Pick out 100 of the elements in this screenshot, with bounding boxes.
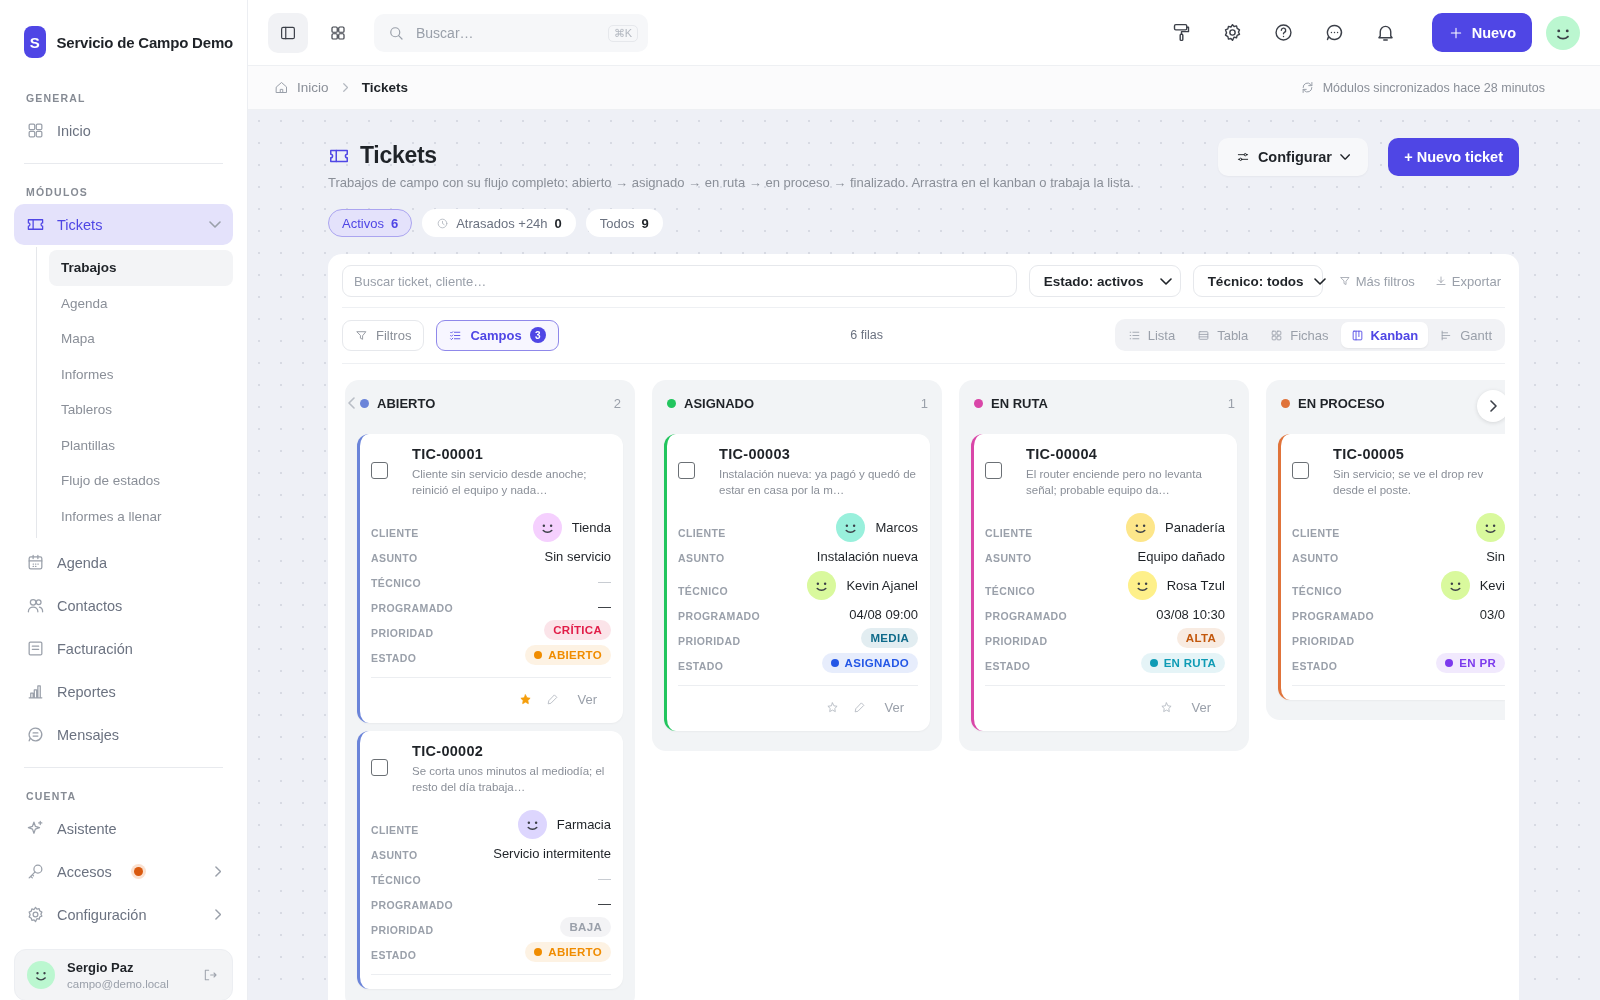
receipt-icon: [26, 639, 45, 658]
person-name: Farmacia: [556, 817, 611, 833]
field-value: Instalación nueva: [816, 548, 918, 564]
submenu-item[interactable]: Trabajos: [49, 250, 233, 286]
avatar-icon: [1546, 15, 1580, 50]
new-ticket-button[interactable]: + Nuevo ticket: [1388, 138, 1519, 176]
checkbox[interactable]: [678, 462, 695, 479]
ticket-card[interactable]: TIC-00001 Cliente sin servicio desde anoche; reinició el equipo y nada… CLIENTE Tienda ASUNTO Sin servicio TÉCNICO — PROGRAMADO — PRIORIDAD CRÍTICA ESTADO ABIERTO Ver: [357, 434, 623, 724]
field-value: Sin servicio: [544, 548, 611, 564]
column-count: 1: [920, 395, 928, 411]
ticket-card[interactable]: TIC-00002 Se corta unos minutos al mediodía; el resto del día trabaja… CLIENTE Farmacia ASUNTO Servicio intermitente TÉCNICO — PROGRAMADO — PRIORIDAD BAJA ESTADO ABIERTO: [357, 731, 623, 990]
checkbox[interactable]: [371, 462, 388, 479]
grid-icon: [26, 121, 45, 140]
sidebar-item[interactable]: Contactos: [14, 585, 233, 626]
dropdown[interactable]: Técnico: todos: [1192, 265, 1323, 297]
sidebar-item[interactable]: Agenda: [14, 542, 233, 583]
star-icon[interactable]: [519, 693, 533, 707]
view-tab[interactable]: Kanban: [1340, 322, 1429, 348]
sidebar-item[interactable]: Inicio: [14, 110, 233, 151]
priority-tag: MEDIA: [861, 628, 918, 649]
caret-icon: [1159, 277, 1172, 285]
star-icon[interactable]: [1160, 701, 1174, 715]
field-label: CLIENTE: [371, 824, 419, 839]
ticket-card[interactable]: TIC-00004 El router enciende pero no levanta señal; probable equipo da… CLIENTE Panadería ASUNTO Equipo dañado TÉCNICO Rosa Tzul PROGRAMADO 03/08 10:30 PRIORIDAD ALTA ESTADO EN RUTA Ver: [971, 434, 1237, 732]
field-label: PRIORIDAD: [678, 635, 741, 650]
submenu-item[interactable]: Plantillas: [49, 427, 233, 463]
calendar-icon: [26, 553, 45, 572]
ticket-id: TIC-00005: [1333, 446, 1406, 462]
sidebar-item[interactable]: Asistente: [14, 808, 233, 849]
filter-chip[interactable]: Activos 6: [328, 209, 413, 237]
ticket-card[interactable]: TIC-00003 Instalación nueva: ya pagó y quedó de estar en casa por la m… CLIENTE Marcos ASUNTO Instalación nueva TÉCNICO Kevin Ajanel PROGRAMADO 04/08 09:00 PRIORIDAD MEDIA ESTADO ASIGNADO Ver: [664, 434, 930, 732]
field-label: PROGRAMADO: [1292, 610, 1375, 625]
submenu-item[interactable]: Informes: [49, 356, 233, 392]
ticket-description: Se corta unos minutos al mediodía; el resto del día trabaja…: [412, 764, 606, 796]
chevron-right-icon: [1489, 400, 1497, 412]
help-icon[interactable]: [1272, 22, 1294, 43]
field-label: ESTADO: [985, 660, 1031, 675]
sidebar-item[interactable]: Configuración: [14, 894, 233, 935]
status-label: ABIERTO: [548, 946, 602, 959]
sidebar-item[interactable]: Facturación: [14, 628, 233, 669]
submenu-item[interactable]: Mapa: [49, 321, 233, 357]
submenu-item[interactable]: Agenda: [49, 285, 233, 321]
field-label: ASUNTO: [371, 849, 418, 864]
chart-icon: [26, 682, 45, 701]
user-card[interactable]: Sergio Paz campo@demo.local: [14, 949, 233, 1000]
submenu-item[interactable]: Flujo de estados: [49, 463, 233, 499]
checkbox[interactable]: [1292, 462, 1309, 479]
field-label: CLIENTE: [678, 527, 726, 542]
breadcrumb-item[interactable]: Inicio: [297, 80, 329, 95]
filter-chip[interactable]: Atrasados +24h 0: [422, 209, 576, 237]
more-filters-button[interactable]: Más filtros: [1334, 273, 1419, 289]
avatar-icon: [27, 961, 55, 989]
sidebar-item[interactable]: Accesos: [14, 851, 233, 892]
sidebar-item[interactable]: Tickets: [14, 204, 233, 245]
sliders-icon: [1235, 150, 1250, 164]
fields-button[interactable]: Campos 3: [436, 319, 559, 351]
export-button[interactable]: Exportar: [1430, 273, 1505, 289]
ticket-description: Cliente sin servicio desde anoche; reinició el equipo y nada…: [412, 467, 588, 499]
status-label: ASIGNADO: [844, 657, 909, 670]
page-title: Tickets: [360, 142, 437, 169]
user-name: Sergio Paz: [67, 960, 135, 975]
ticket-card[interactable]: TIC-00005 Sin servicio; se ve el drop rev desde el poste. CLIENTE ASUNTO Sin TÉCNICO Kevi PROGRAMADO 03/0 PRIORIDAD ESTADO EN PR: [1278, 434, 1505, 701]
filters-button[interactable]: Filtros: [342, 319, 425, 351]
column-title: EN RUTA: [991, 395, 1049, 411]
filter-chip[interactable]: Todos 9: [585, 209, 663, 237]
star-icon[interactable]: [826, 701, 840, 715]
person-name: Kevi: [1479, 578, 1505, 594]
field-value: Equipo dañado: [1137, 548, 1225, 564]
view-link[interactable]: Ver: [880, 698, 910, 718]
field-value: 03/08 10:30: [1156, 606, 1225, 622]
field-value: 03/0: [1479, 606, 1505, 622]
row-count: 6 filas: [849, 328, 884, 342]
field-label: ESTADO: [1292, 660, 1338, 675]
field-label: PROGRAMADO: [985, 610, 1068, 625]
view-link[interactable]: Ver: [573, 690, 603, 710]
dropdown[interactable]: Estado: activos: [1028, 265, 1181, 297]
key-icon: [26, 862, 45, 881]
sidebar-item[interactable]: Mensajes: [14, 714, 233, 755]
field-label: ASUNTO: [678, 552, 725, 567]
checkbox[interactable]: [371, 759, 388, 777]
field-label: PRIORIDAD: [985, 635, 1048, 650]
checkbox[interactable]: [985, 462, 1002, 479]
submenu-item[interactable]: Informes a llenar: [49, 498, 233, 534]
clock-icon: [436, 216, 450, 230]
user-email: campo@demo.local: [67, 978, 170, 990]
new-button[interactable]: Nuevo: [1431, 13, 1532, 52]
search-field[interactable]: Buscar ticket, cliente…: [342, 265, 1017, 297]
ticket-id: TIC-00001: [412, 446, 485, 462]
view-link[interactable]: Ver: [1187, 698, 1217, 718]
configure-button[interactable]: Configurar: [1217, 138, 1369, 176]
status-label: ABIERTO: [548, 649, 602, 662]
sidebar-item[interactable]: Reportes: [14, 671, 233, 712]
status-label: EN PR: [1459, 657, 1496, 670]
message-icon: [26, 725, 45, 744]
person-name: Kevin Ajanel: [846, 578, 918, 594]
ticket-description: Sin servicio; se ve el drop rev desde el poste.: [1333, 467, 1485, 499]
field-label: TÉCNICO: [1292, 585, 1343, 600]
ticket-id: TIC-00002: [412, 743, 485, 760]
sidebar-toggle-button[interactable]: [268, 12, 308, 53]
submenu-item[interactable]: Tableros: [49, 392, 233, 428]
